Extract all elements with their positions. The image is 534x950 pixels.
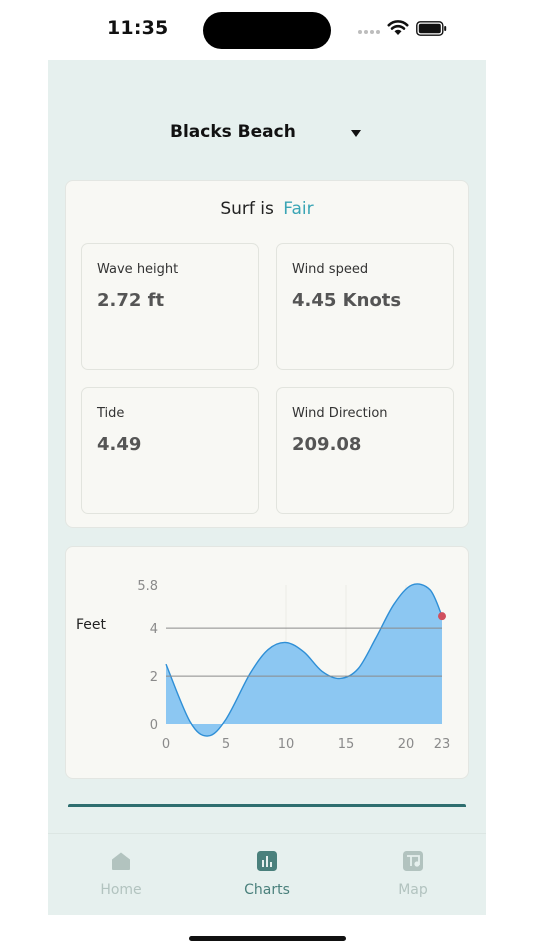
status-time: 11:35 — [107, 17, 169, 39]
chart-x-tick-label: 20 — [398, 737, 415, 752]
wifi-icon — [387, 20, 409, 35]
app-container: Blacks Beach Surf is Fair Wave height 2.… — [48, 60, 486, 915]
metric-value: 209.08 — [292, 434, 362, 455]
phone-screen: 11:35 Blacks Beach Surf is Fair Wave hei… — [0, 0, 534, 950]
chart-y-tick-label: 4 — [150, 622, 158, 637]
wave-chart-card: 0 2 4 5.8 0 5 10 15 20 23 Feet — [65, 546, 469, 779]
chart-y-tick-label: 0 — [150, 718, 158, 733]
surf-condition-rating: Fair — [283, 199, 314, 219]
metric-value: 4.49 — [97, 434, 142, 455]
tab-label: Map — [398, 882, 428, 898]
chart-y-tick-label: 5.8 — [137, 579, 158, 594]
location-name: Blacks Beach — [170, 122, 296, 142]
wave-height-tile: Wave height 2.72 ft — [81, 243, 259, 370]
tide-tile: Tide 4.49 — [81, 387, 259, 514]
metric-label: Wave height — [97, 262, 179, 277]
tab-home[interactable]: Home — [66, 834, 176, 915]
home-icon — [112, 852, 130, 870]
chart-x-tick-label: 0 — [162, 737, 170, 752]
surf-condition-title: Surf is Fair — [66, 199, 468, 219]
chart-icon — [257, 851, 277, 871]
map-icon — [403, 851, 423, 871]
location-dropdown[interactable]: Blacks Beach — [48, 120, 486, 150]
status-bar: 11:35 — [0, 0, 534, 60]
metric-label: Wind Direction — [292, 406, 388, 421]
tab-label: Charts — [244, 882, 290, 898]
wave-height-chart[interactable]: 0 2 4 5.8 0 5 10 15 20 23 Feet — [66, 547, 470, 780]
tab-label: Home — [100, 882, 142, 898]
metric-label: Tide — [97, 406, 125, 421]
chart-area-fill — [166, 583, 442, 737]
chart-x-tick-label: 10 — [278, 737, 295, 752]
next-card-edge — [68, 804, 466, 807]
chart-x-tick-label: 5 — [222, 737, 230, 752]
dynamic-island — [203, 12, 331, 49]
chart-x-tick-label: 23 — [434, 737, 451, 752]
surf-condition-prefix: Surf is — [220, 199, 274, 219]
chart-y-axis-label: Feet — [76, 617, 107, 633]
tab-map[interactable]: Map — [358, 834, 468, 915]
cellular-signal-icon — [358, 30, 382, 36]
wind-direction-tile: Wind Direction 209.08 — [276, 387, 454, 514]
metric-label: Wind speed — [292, 262, 369, 277]
chart-current-marker — [438, 612, 446, 621]
metric-value: 2.72 ft — [97, 290, 165, 311]
home-indicator — [189, 936, 346, 941]
metric-value: 4.45 Knots — [292, 290, 402, 311]
wind-speed-tile: Wind speed 4.45 Knots — [276, 243, 454, 370]
chart-x-tick-label: 15 — [338, 737, 355, 752]
tab-bar: Home Charts Map — [48, 833, 486, 915]
chart-y-tick-label: 2 — [150, 670, 158, 685]
battery-icon — [416, 21, 447, 36]
tab-charts[interactable]: Charts — [212, 834, 322, 915]
dropdown-arrow-icon — [351, 130, 361, 137]
surf-summary-card: Surf is Fair Wave height 2.72 ft Wind sp… — [65, 180, 469, 528]
